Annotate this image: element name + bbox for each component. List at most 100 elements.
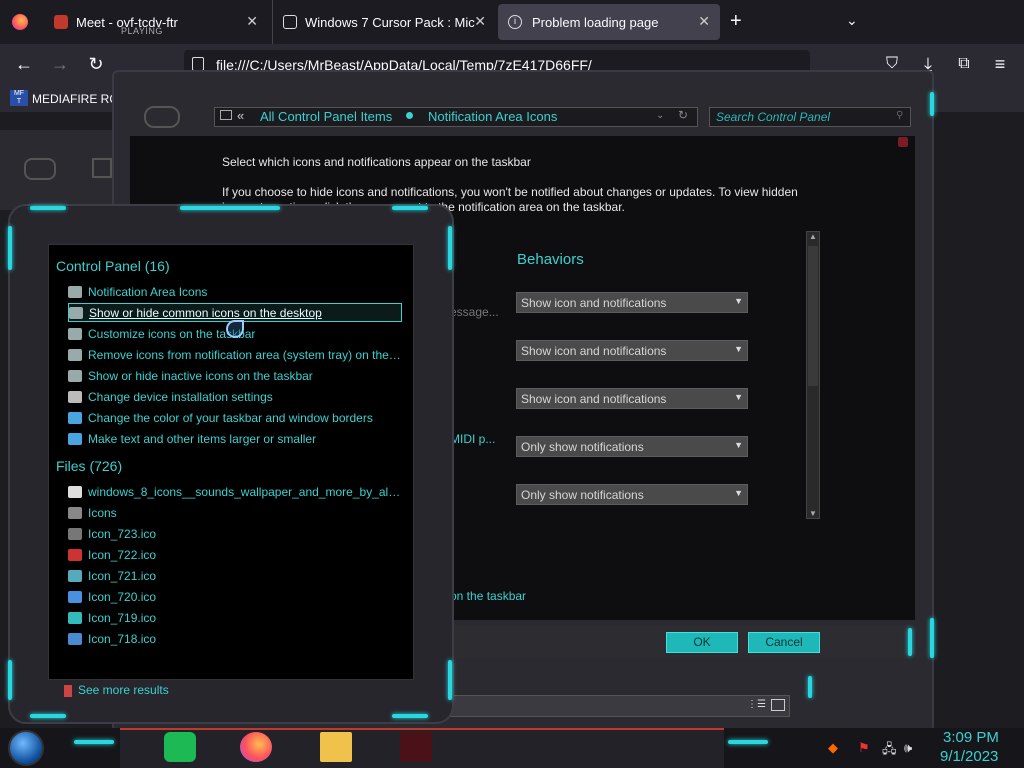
file-result-item[interactable]: Icons: [68, 503, 402, 522]
file-icon: [68, 506, 82, 519]
breadcrumb-separator-icon: [406, 112, 413, 119]
control-panel-result-item[interactable]: Show or hide inactive icons on the taskb…: [68, 366, 402, 385]
control-panel-result-item[interactable]: Notification Area Icons: [68, 282, 402, 301]
result-label: Change the color of your taskbar and win…: [88, 410, 373, 425]
close-icon[interactable]: ✕: [698, 13, 710, 30]
extensions-icon[interactable]: ⧉: [952, 52, 976, 76]
files-results-header[interactable]: Files (726): [56, 458, 122, 474]
see-more-results-link[interactable]: See more results: [64, 683, 169, 697]
info-icon: i: [508, 15, 522, 29]
control-panel-result-item[interactable]: Make text and other items larger or smal…: [68, 429, 402, 448]
search-icon: [64, 684, 72, 697]
view-tiles-icon[interactable]: [771, 699, 785, 711]
result-label: Icons: [88, 505, 117, 520]
file-icon: [68, 611, 82, 624]
tab-meet[interactable]: Meet - ovf-tcdv-ftr PLAYING ✕: [44, 0, 268, 44]
scroll-thumb[interactable]: [808, 246, 818, 386]
help-icon[interactable]: [898, 137, 908, 147]
file-result-item[interactable]: Icon_718.ico: [68, 629, 402, 648]
clock-date[interactable]: 9/1/2023: [940, 748, 998, 765]
window-orb-icon: [144, 106, 180, 128]
taskbar-app-icon[interactable]: [400, 732, 432, 762]
scrollbar[interactable]: ▲ ▼: [806, 231, 820, 519]
clock-time[interactable]: 3:09 PM: [943, 729, 999, 746]
neon-accent: [448, 660, 452, 700]
result-label: Show or hide common icons on the desktop: [89, 305, 322, 320]
window-orb-icon: [24, 158, 56, 180]
behavior-dropdown[interactable]: Only show notifications ▼: [516, 436, 748, 457]
file-result-item[interactable]: Icon_720.ico: [68, 587, 402, 606]
back-arrow-icon[interactable]: ←: [12, 52, 36, 76]
address-dropdown-chevron-icon[interactable]: ⌄: [656, 110, 664, 121]
file-icon: [68, 548, 82, 561]
partial-row-text: MIDI p...: [450, 432, 496, 446]
file-result-item[interactable]: Icon_721.ico: [68, 566, 402, 585]
status-bar: ⋮☰: [450, 695, 790, 717]
reload-icon[interactable]: ↻: [84, 52, 108, 76]
tab-windows7-cursor[interactable]: Windows 7 Cursor Pack : Micro ✕: [272, 0, 496, 44]
control-panel-result-item[interactable]: Change device installation settings: [68, 387, 402, 406]
neon-accent: [8, 226, 12, 270]
forward-arrow-icon[interactable]: →: [48, 52, 72, 76]
file-result-item[interactable]: windows_8_icons__sounds_wallpaper_and_mo…: [68, 482, 402, 501]
list-tabs-chevron-icon[interactable]: ⌄: [846, 12, 858, 29]
cancel-button[interactable]: Cancel: [748, 632, 820, 653]
result-label: Icon_720.ico: [88, 589, 157, 604]
meet-favicon-icon: [54, 15, 68, 29]
result-label: Icon_722.ico: [88, 547, 157, 562]
hamburger-menu-icon[interactable]: ≡: [988, 52, 1012, 76]
control-panel-result-item[interactable]: Change the color of your taskbar and win…: [68, 408, 402, 427]
control-panel-item-icon: [68, 285, 82, 298]
close-icon[interactable]: ✕: [474, 13, 486, 30]
result-label: Icon_723.ico: [88, 526, 157, 541]
taskbar-spotify-icon[interactable]: [164, 732, 196, 762]
result-label: Change device installation settings: [88, 389, 273, 404]
tray-flag-icon[interactable]: ⚑: [858, 740, 870, 756]
tab-playing-badge: PLAYING: [121, 26, 163, 36]
tray-app-icon[interactable]: ◆: [828, 740, 838, 756]
start-button[interactable]: [8, 730, 44, 766]
window-tool-icon: [92, 158, 112, 178]
behavior-dropdown[interactable]: Show icon and notifications ▼: [516, 292, 748, 313]
dropdown-arrow-icon: ▼: [734, 488, 743, 498]
taskbar-firefox-icon[interactable]: [240, 732, 272, 762]
neon-accent: [392, 714, 428, 718]
search-control-panel-input[interactable]: Search Control Panel: [709, 107, 911, 127]
tab-problem-loading[interactable]: i Problem loading page ✕: [498, 4, 720, 40]
taskbar-file-explorer-icon[interactable]: [320, 732, 352, 762]
see-more-label: See more results: [78, 683, 169, 697]
tab-title: Windows 7 Cursor Pack : Micro: [305, 14, 475, 30]
close-icon[interactable]: ✕: [246, 13, 258, 30]
refresh-icon[interactable]: ↻: [678, 108, 688, 122]
tray-volume-icon[interactable]: 🕪: [904, 740, 912, 756]
browser-tab-bar: Meet - ovf-tcdv-ftr PLAYING ✕ Windows 7 …: [0, 0, 1024, 44]
behavior-dropdown[interactable]: Show icon and notifications ▼: [516, 340, 748, 361]
breadcrumb-all-items[interactable]: All Control Panel Items: [260, 109, 392, 124]
search-icon[interactable]: ⚲: [896, 110, 903, 121]
scroll-down-arrow-icon[interactable]: ▼: [809, 509, 817, 518]
file-result-item[interactable]: Icon_723.ico: [68, 524, 402, 543]
ok-button[interactable]: OK: [666, 632, 738, 653]
file-result-item[interactable]: Icon_722.ico: [68, 545, 402, 564]
control-panel-item-icon: [68, 411, 82, 424]
view-details-icon[interactable]: ⋮☰: [747, 699, 766, 710]
turn-system-icons-link[interactable]: on the taskbar: [450, 589, 526, 603]
file-result-item[interactable]: Icon_719.ico: [68, 608, 402, 627]
control-panel-results-header[interactable]: Control Panel (16): [56, 258, 170, 274]
control-panel-result-item[interactable]: Remove icons from notification area (sys…: [68, 345, 402, 364]
breadcrumb-notification-area[interactable]: Notification Area Icons: [428, 109, 557, 124]
bookmark-mediafire[interactable]: MEDIAFIRE RO: [32, 92, 119, 106]
scroll-up-arrow-icon[interactable]: ▲: [809, 232, 817, 241]
dropdown-arrow-icon: ▼: [734, 344, 743, 354]
behavior-dropdown[interactable]: Only show notifications ▼: [516, 484, 748, 505]
behavior-dropdown-value: Only show notifications: [521, 488, 644, 502]
file-icon: [68, 527, 82, 540]
new-tab-button[interactable]: +: [730, 10, 742, 33]
firefox-menu-icon[interactable]: [12, 14, 28, 30]
neon-accent: [392, 206, 428, 210]
neon-accent: [808, 676, 812, 698]
back-chevrons[interactable]: «: [237, 108, 244, 123]
dropdown-arrow-icon: ▼: [734, 296, 743, 306]
behavior-dropdown[interactable]: Show icon and notifications ▼: [516, 388, 748, 409]
tray-network-icon[interactable]: 🖧: [882, 740, 897, 762]
